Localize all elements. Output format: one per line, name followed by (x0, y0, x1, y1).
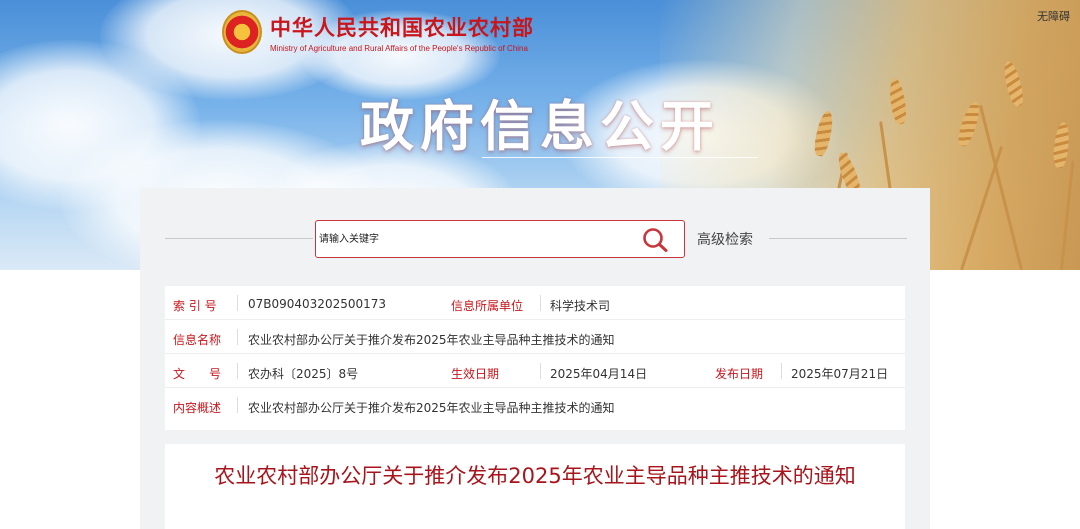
article-title: 农业农村部办公厅关于推介发布2025年农业主导品种主推技术的通知 (214, 464, 856, 488)
search-icon (643, 228, 668, 252)
index-label: 索 引 号 (173, 299, 217, 313)
ministry-logo[interactable]: 中华人民共和国农业农村部 Ministry of Agriculture and… (222, 10, 534, 54)
search-input[interactable] (317, 222, 627, 256)
separator (237, 295, 238, 311)
publish-date-label: 发布日期 (715, 367, 764, 381)
info-row-name: 信息名称 农业农村部办公厅关于推介发布2025年农业主导品种主推技术的通知 (165, 320, 905, 354)
info-row-document: 文 号 农办科〔2025〕8号 生效日期 2025年04月14日 发布日期 20… (165, 354, 905, 388)
national-emblem-icon (222, 10, 262, 54)
title-underline (482, 157, 758, 158)
separator (540, 363, 541, 379)
info-row-index: 索 引 号 07B090403202500173 信息所属单位 科学技术司 (165, 286, 905, 320)
name-label: 信息名称 (173, 333, 222, 347)
separator (237, 397, 238, 413)
document-info-table: 索 引 号 07B090403202500173 信息所属单位 科学技术司 信息… (165, 286, 905, 430)
search-button[interactable] (642, 227, 670, 253)
doc-number-value: 农办科〔2025〕8号 (248, 367, 359, 381)
summary-label: 内容概述 (173, 401, 222, 415)
publish-date-value: 2025年07月21日 (791, 367, 889, 381)
unit-label: 信息所属单位 (451, 299, 524, 313)
separator (237, 329, 238, 345)
effective-date-label: 生效日期 (451, 367, 500, 381)
separator (237, 363, 238, 379)
name-value: 农业农村部办公厅关于推介发布2025年农业主导品种主推技术的通知 (248, 333, 615, 347)
article-body: 农业农村部办公厅关于推介发布2025年农业主导品种主推技术的通知 (165, 444, 905, 529)
divider-line (165, 238, 313, 239)
accessibility-link[interactable]: 无障碍 (1037, 8, 1070, 24)
index-value: 07B090403202500173 (248, 297, 387, 311)
unit-value: 科学技术司 (550, 299, 611, 313)
divider-line (769, 238, 907, 239)
separator (781, 363, 782, 379)
effective-date-value: 2025年04月14日 (550, 367, 648, 381)
search-bar: 高级检索 (165, 220, 907, 258)
search-box (315, 220, 685, 258)
doc-number-label: 文 号 (173, 367, 222, 381)
advanced-search-link[interactable]: 高级检索 (697, 229, 753, 249)
summary-value: 农业农村部办公厅关于推介发布2025年农业主导品种主推技术的通知 (248, 401, 615, 415)
separator (540, 295, 541, 311)
info-row-summary: 内容概述 农业农村部办公厅关于推介发布2025年农业主导品种主推技术的通知 (165, 388, 905, 422)
ministry-name-en: Ministry of Agriculture and Rural Affair… (270, 43, 528, 53)
page-title: 政府信息公开 (360, 95, 720, 158)
ministry-name: 中华人民共和国农业农村部 Ministry of Agriculture and… (270, 12, 534, 53)
ministry-name-cn: 中华人民共和国农业农村部 (270, 14, 534, 40)
